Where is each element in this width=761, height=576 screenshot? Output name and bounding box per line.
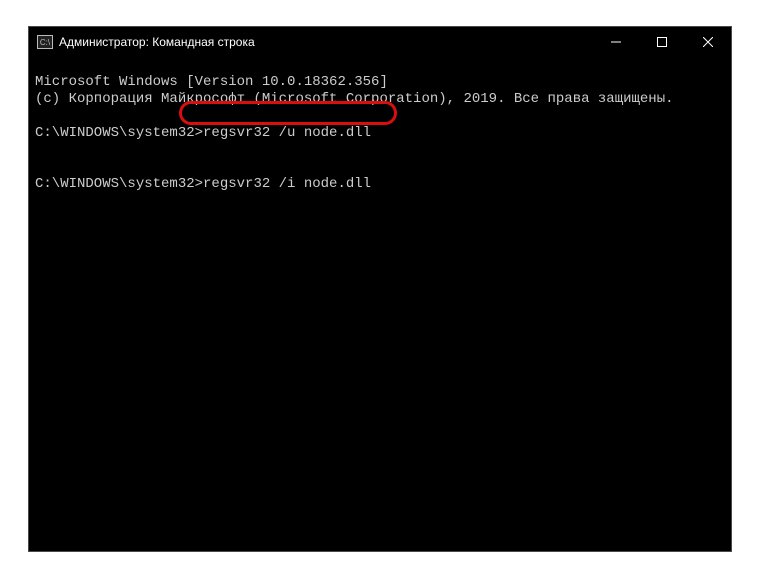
window-title: Администратор: Командная строка xyxy=(59,35,255,49)
window-controls xyxy=(593,27,731,57)
maximize-button[interactable] xyxy=(639,27,685,57)
titlebar[interactable]: C:\ Администратор: Командная строка xyxy=(29,27,731,57)
command-text: regsvr32 /u node.dll xyxy=(203,125,371,142)
close-button[interactable] xyxy=(685,27,731,57)
prompt-path: C:\WINDOWS\system32> xyxy=(35,125,203,142)
close-icon xyxy=(703,37,713,47)
minimize-button[interactable] xyxy=(593,27,639,57)
command-text: regsvr32 /i node.dll xyxy=(203,176,371,193)
prompt-line-2: C:\WINDOWS\system32>regsvr32 /i node.dll xyxy=(35,176,725,193)
blank-line xyxy=(35,159,43,175)
blank-line xyxy=(35,108,43,124)
prompt-line-1: C:\WINDOWS\system32>regsvr32 /u node.dll xyxy=(35,125,725,142)
header-line-2: (c) Корпорация Майкрософт (Microsoft Cor… xyxy=(35,91,674,107)
maximize-icon xyxy=(657,37,667,47)
minimize-icon xyxy=(611,37,621,47)
prompt-path: C:\WINDOWS\system32> xyxy=(35,176,203,193)
cmd-window: C:\ Администратор: Командная строка Micr… xyxy=(28,26,732,552)
cmd-icon: C:\ xyxy=(37,35,53,49)
terminal-body[interactable]: Microsoft Windows [Version 10.0.18362.35… xyxy=(29,57,731,551)
header-line-1: Microsoft Windows [Version 10.0.18362.35… xyxy=(35,74,388,90)
